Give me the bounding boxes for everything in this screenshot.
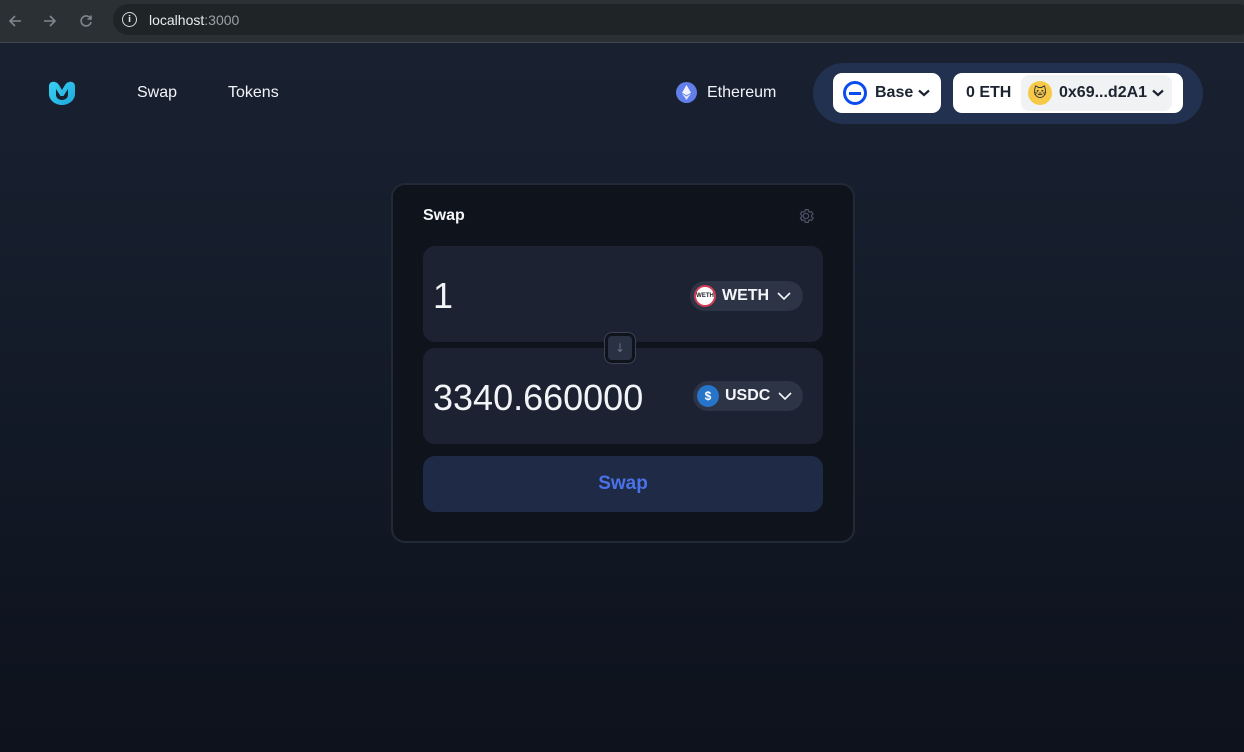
arrow-down-icon: ↓ bbox=[614, 341, 626, 355]
address-bar[interactable]: i localhost:3000 bbox=[113, 4, 1244, 35]
from-token-label: WETH bbox=[722, 287, 770, 304]
chain-selector-button[interactable]: Base bbox=[833, 73, 941, 113]
address-chip[interactable]: 🐱 0x69...d2A1 bbox=[1021, 75, 1173, 111]
network-selector[interactable]: Ethereum bbox=[676, 82, 776, 103]
base-icon bbox=[843, 81, 867, 105]
chain-label: Base bbox=[875, 84, 914, 101]
to-token-label: USDC bbox=[725, 387, 771, 404]
gear-icon[interactable] bbox=[797, 207, 815, 225]
nav-tokens-link[interactable]: Tokens bbox=[228, 84, 279, 102]
chevron-down-icon bbox=[1152, 86, 1164, 100]
swap-card-title: Swap bbox=[423, 207, 465, 224]
browser-toolbar: i localhost:3000 bbox=[0, 0, 1244, 43]
to-token-selector[interactable]: $ USDC bbox=[693, 381, 803, 411]
chevron-down-icon bbox=[777, 289, 791, 303]
wallet-balance: 0 ETH bbox=[966, 84, 1012, 101]
url-text: localhost:3000 bbox=[149, 11, 240, 28]
wallet-address: 0x69...d2A1 bbox=[1059, 84, 1148, 101]
usdc-icon: $ bbox=[697, 385, 719, 407]
from-token-panel: WETH WETH bbox=[423, 246, 823, 342]
weth-icon: WETH bbox=[694, 285, 716, 307]
chevron-down-icon bbox=[918, 86, 930, 100]
network-label: Ethereum bbox=[707, 83, 777, 101]
flip-direction-button[interactable]: ↓ bbox=[604, 332, 636, 364]
swap-card: Swap WETH WETH $ USDC ↓ Swap bbox=[391, 183, 855, 543]
site-info-icon[interactable]: i bbox=[122, 12, 137, 27]
nav-swap-link[interactable]: Swap bbox=[137, 84, 177, 102]
chevron-down-icon bbox=[778, 389, 792, 403]
to-amount-input[interactable] bbox=[433, 376, 683, 420]
avatar: 🐱 bbox=[1028, 81, 1052, 105]
app-logo-icon[interactable] bbox=[47, 80, 77, 106]
swap-button[interactable]: Swap bbox=[423, 456, 823, 512]
from-amount-input[interactable] bbox=[433, 274, 683, 318]
account-button[interactable]: 0 ETH 🐱 0x69...d2A1 bbox=[953, 73, 1183, 113]
reload-icon[interactable] bbox=[72, 7, 100, 35]
from-token-selector[interactable]: WETH WETH bbox=[690, 281, 803, 311]
back-arrow-icon[interactable] bbox=[1, 7, 29, 35]
forward-arrow-icon[interactable] bbox=[36, 7, 64, 35]
ethereum-icon bbox=[676, 82, 697, 103]
